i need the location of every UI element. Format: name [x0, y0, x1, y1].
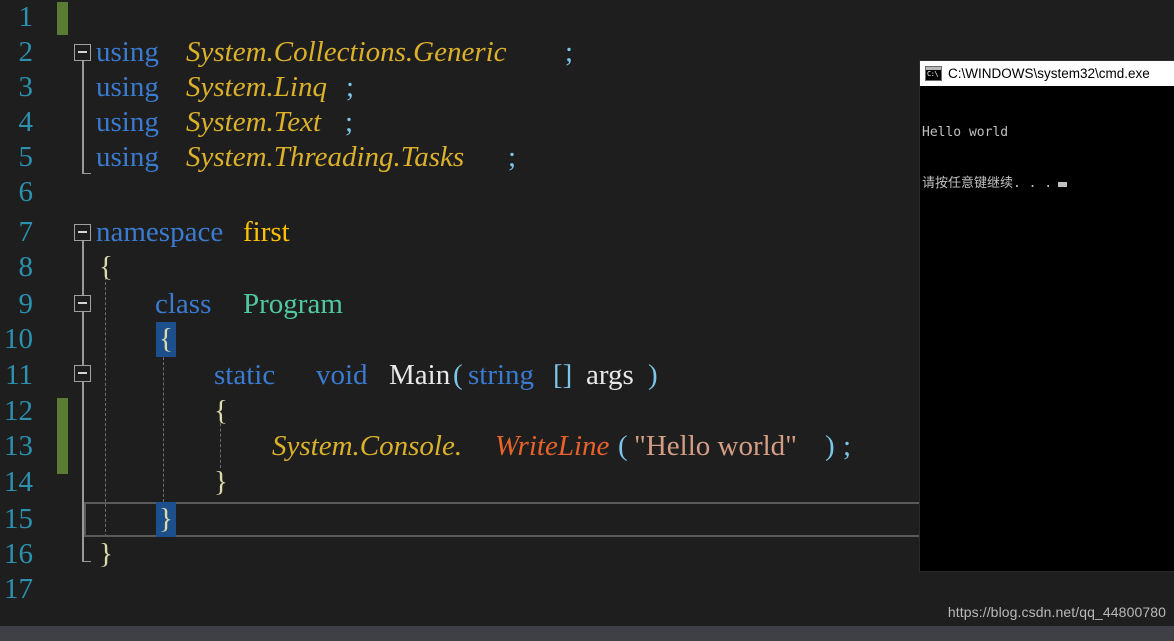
token-keyword-using: using	[96, 141, 159, 173]
line-number: 15	[4, 503, 33, 535]
bottom-status-bar	[0, 626, 1174, 641]
token-keyword-void: void	[316, 359, 368, 391]
token-namespace-generic: System.Collections.Generic	[186, 36, 507, 68]
token-keyword-string: string	[468, 359, 535, 391]
token-brace-close-matched: }	[156, 502, 176, 537]
token-brace-close: }	[99, 538, 113, 570]
cmd-icon: C:\	[925, 66, 942, 81]
line-number: 4	[18, 106, 34, 138]
line-number: 11	[5, 359, 33, 391]
token-semicolon: ;	[843, 430, 852, 462]
console-prompt-text: 请按任意键继续. . .	[922, 176, 1053, 191]
line-number: 12	[4, 395, 33, 427]
token-namespace-system-console: System.Console.	[272, 430, 463, 462]
console-output-line: 请按任意键继续. . .	[922, 175, 1174, 192]
console-title-bar[interactable]: C:\ C:\WINDOWS\system32\cmd.exe	[920, 61, 1174, 86]
line-number: 6	[18, 176, 34, 208]
console-title: C:\WINDOWS\system32\cmd.exe	[948, 66, 1150, 81]
console-cursor	[1058, 182, 1068, 187]
line-number: 9	[18, 288, 34, 320]
line-number: 7	[18, 216, 34, 248]
line-number: 13	[4, 430, 33, 462]
token-brace-open-matched: {	[156, 322, 176, 357]
token-keyword-using: using	[96, 36, 159, 68]
token-brace-close: }	[214, 466, 228, 498]
line-number: 5	[18, 141, 34, 173]
token-semicolon: ;	[508, 141, 517, 173]
line-number: 3	[18, 71, 34, 103]
token-param-args: args	[586, 359, 634, 391]
cmd-icon-text: C:\	[927, 70, 939, 78]
token-namespace-linq: System.Linq	[186, 71, 327, 103]
line-number: 8	[18, 251, 34, 283]
console-output: Hello world 请按任意键继续. . .	[920, 86, 1174, 226]
token-keyword-namespace: namespace	[96, 216, 224, 248]
cmd-console-window[interactable]: C:\ C:\WINDOWS\system32\cmd.exe Hello wo…	[920, 61, 1174, 571]
token-brace-open: {	[214, 395, 228, 427]
console-output-line: Hello world	[922, 125, 1009, 140]
line-number: 2	[18, 36, 34, 68]
screenshot-root: 1 2 using System.Collections.Generic ; 3…	[0, 0, 1174, 641]
token-keyword-using: using	[96, 71, 159, 103]
token-method-writeline: WriteLine	[495, 430, 610, 462]
token-paren-close: )	[648, 359, 658, 391]
token-keyword-static: static	[214, 359, 276, 391]
line-number: 17	[4, 573, 33, 605]
line-number: 14	[4, 466, 33, 498]
token-namespace-text: System.Text	[186, 106, 322, 138]
token-namespace-name: first	[243, 216, 290, 248]
watermark-url: https://blog.csdn.net/qq_44800780	[947, 604, 1166, 620]
token-semicolon: ;	[565, 36, 574, 68]
token-semicolon: ;	[345, 106, 354, 138]
token-paren-close: )	[825, 430, 835, 462]
line-number: 10	[4, 323, 33, 355]
token-paren-open: (	[618, 430, 628, 462]
line-number: 16	[4, 538, 33, 570]
token-type-program: Program	[243, 288, 343, 320]
code-line[interactable]: 1	[0, 0, 1174, 35]
token-paren-open: (	[453, 359, 463, 391]
token-keyword-using: using	[96, 106, 159, 138]
line-number: 1	[18, 1, 34, 33]
token-keyword-class: class	[155, 288, 212, 320]
token-string-literal: "Hello world"	[634, 430, 798, 462]
token-namespace-threading: System.Threading.Tasks	[186, 141, 465, 173]
code-line[interactable]: 17	[0, 572, 1174, 607]
token-brace-open: {	[99, 251, 113, 283]
token-semicolon: ;	[346, 71, 355, 103]
token-method-main: Main	[389, 359, 451, 391]
token-brackets: []	[553, 359, 573, 391]
